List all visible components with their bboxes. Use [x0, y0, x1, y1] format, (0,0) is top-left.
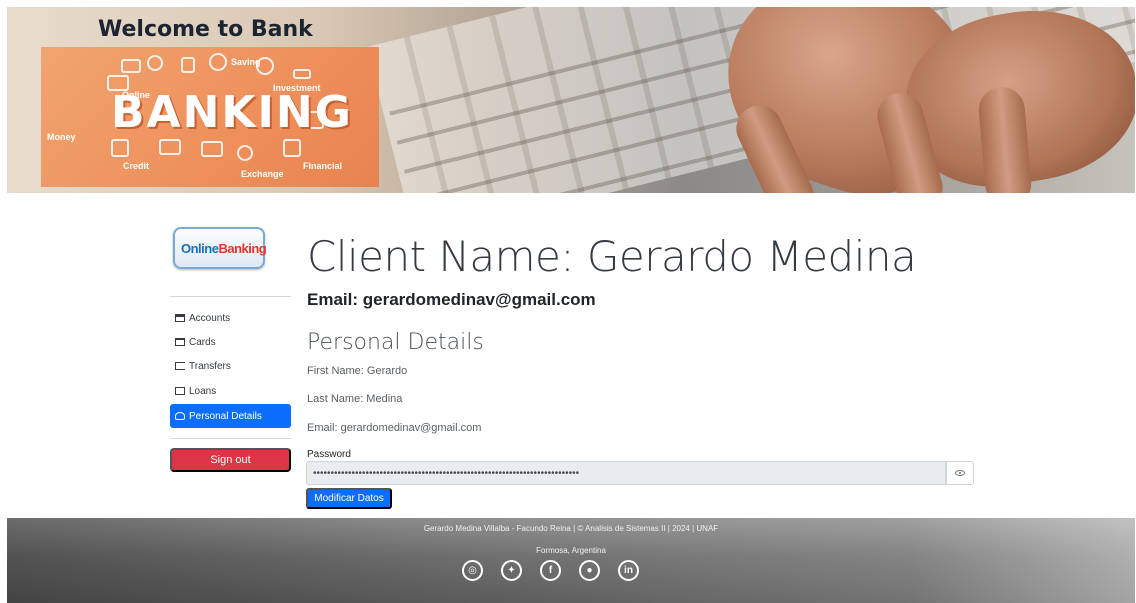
linkedin-icon[interactable]: in [618, 560, 639, 581]
footer-location: Formosa, Argentina [536, 546, 606, 555]
sidebar-item-personal-details[interactable]: Personal Details [170, 404, 291, 428]
facebook-icon[interactable]: f [540, 560, 561, 581]
credit-card-icon [175, 338, 185, 346]
sidebar-item-loans[interactable]: Loans [170, 379, 291, 403]
bank-icon [175, 314, 185, 322]
online-banking-logo[interactable]: OnlineBanking [173, 227, 267, 269]
eye-icon [955, 470, 965, 476]
sidebar-divider [170, 296, 291, 297]
email-heading: Email: gerardomedinav@gmail.com [307, 290, 596, 309]
page-title: Welcome to Bank [98, 17, 313, 42]
banking-banner-text: BANKING [111, 87, 353, 138]
sidebar-item-cards[interactable]: Cards [170, 330, 291, 354]
person-icon [209, 53, 227, 71]
section-title: Personal Details [307, 330, 484, 355]
card-icon [111, 139, 129, 157]
sidebar-item-label: Cards [189, 336, 216, 348]
sidebar-item-label: Accounts [189, 312, 231, 324]
logo-text-online: Online [181, 241, 219, 256]
logo-text: OnlineBanking [181, 241, 267, 256]
password-field[interactable]: ••••••••••••••••••••••••••••••••••••••••… [306, 461, 946, 485]
first-name-text: First Name: Gerardo [307, 365, 408, 377]
banner-word: Financial [303, 161, 343, 171]
logo-text-banking: Banking [218, 241, 267, 256]
twitter-icon[interactable]: ✦ [501, 560, 522, 581]
coin-icon [147, 55, 163, 71]
toggle-password-button[interactable] [946, 461, 974, 485]
footer: Gerardo Medina Villalba - Facundo Reina … [7, 518, 1135, 603]
instagram-icon[interactable]: ◎ [462, 560, 483, 581]
safe-icon [201, 141, 223, 157]
last-name-text: Last Name: Medina [307, 393, 403, 405]
social-links: ◎ ✦ f ● in [462, 560, 639, 581]
banner-word: Money [47, 132, 76, 142]
banner-word: Saving [231, 57, 261, 67]
modify-data-button[interactable]: Modificar Datos [306, 488, 392, 509]
client-name-heading: Client Name: Gerardo Medina [307, 232, 917, 281]
sign-out-button[interactable]: Sign out [170, 448, 291, 472]
person-icon [175, 412, 185, 420]
footer-credits: Gerardo Medina Villalba - Facundo Reina … [423, 524, 719, 533]
sidebar-divider [170, 438, 291, 439]
password-label: Password [307, 449, 351, 460]
exchange-icon [237, 145, 253, 161]
github-icon[interactable]: ● [579, 560, 600, 581]
hero-banner: Welcome to Bank Online Saving Investment… [7, 7, 1135, 193]
banner-word: Exchange [241, 169, 284, 179]
banner-word: Credit [123, 161, 150, 171]
phone-icon [181, 57, 195, 73]
sidebar-item-label: Loans [189, 385, 217, 397]
card-icon [159, 139, 181, 155]
sidebar-item-label: Personal Details [189, 410, 262, 422]
money-icon [121, 59, 141, 73]
chart-icon [283, 139, 301, 157]
sidebar-item-transfers[interactable]: Transfers [170, 354, 291, 378]
sidebar-item-accounts[interactable]: Accounts [170, 306, 291, 330]
email-text: Email: gerardomedinav@gmail.com [307, 422, 482, 434]
sidebar-item-label: Transfers [189, 360, 231, 372]
cash-icon [175, 387, 185, 395]
transfer-icon [175, 362, 185, 370]
diamond-icon [293, 69, 311, 79]
